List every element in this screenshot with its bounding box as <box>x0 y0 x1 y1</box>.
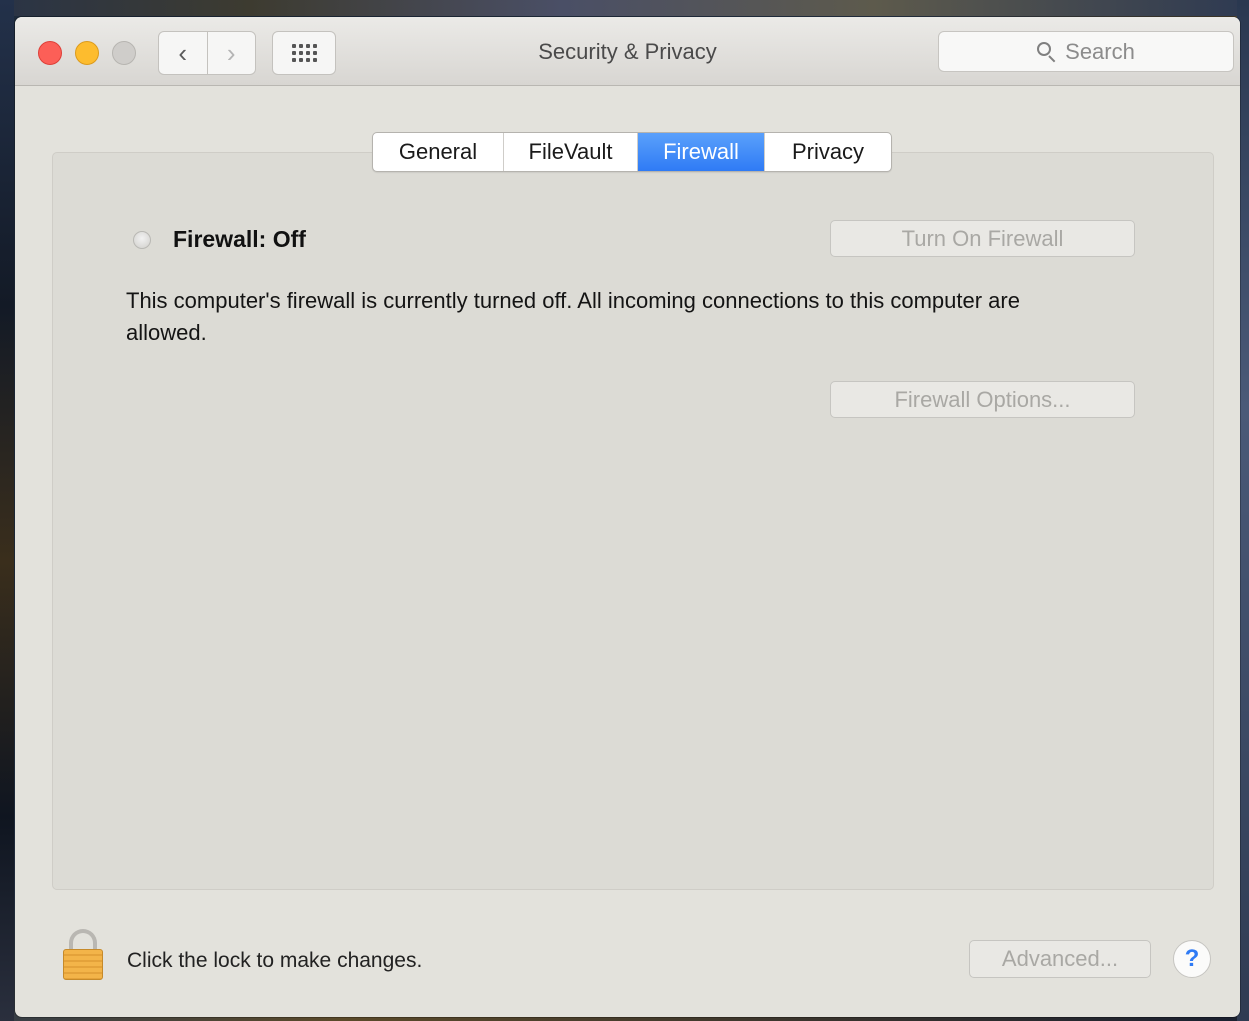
firewall-options-button[interactable]: Firewall Options... <box>830 381 1135 418</box>
tab-privacy[interactable]: Privacy <box>765 133 891 171</box>
search-field[interactable]: Search <box>938 31 1234 72</box>
search-icon <box>1037 41 1057 62</box>
firewall-status-indicator-icon <box>133 231 151 249</box>
titlebar: ‹ › Security & Privacy Search <box>15 17 1240 86</box>
desktop-background-top <box>0 0 1249 16</box>
help-button[interactable]: ? <box>1173 940 1211 978</box>
tab-firewall[interactable]: Firewall <box>638 133 765 171</box>
tab-general[interactable]: General <box>373 133 504 171</box>
turn-on-firewall-button[interactable]: Turn On Firewall <box>830 220 1135 257</box>
tab-bar: General FileVault Firewall Privacy <box>372 132 892 172</box>
firewall-status-label: Firewall: Off <box>173 226 306 252</box>
search-placeholder: Search <box>1065 38 1135 64</box>
firewall-pane <box>52 152 1214 890</box>
advanced-button[interactable]: Advanced... <box>969 940 1151 978</box>
lock-label: Click the lock to make changes. <box>127 949 423 972</box>
tab-filevault[interactable]: FileVault <box>504 133 638 171</box>
security-privacy-window: ‹ › Security & Privacy Search General Fi… <box>15 17 1240 1017</box>
desktop-background-left <box>0 0 14 1021</box>
lock-icon[interactable] <box>61 927 105 981</box>
firewall-description: This computer's firewall is currently tu… <box>126 288 1020 345</box>
